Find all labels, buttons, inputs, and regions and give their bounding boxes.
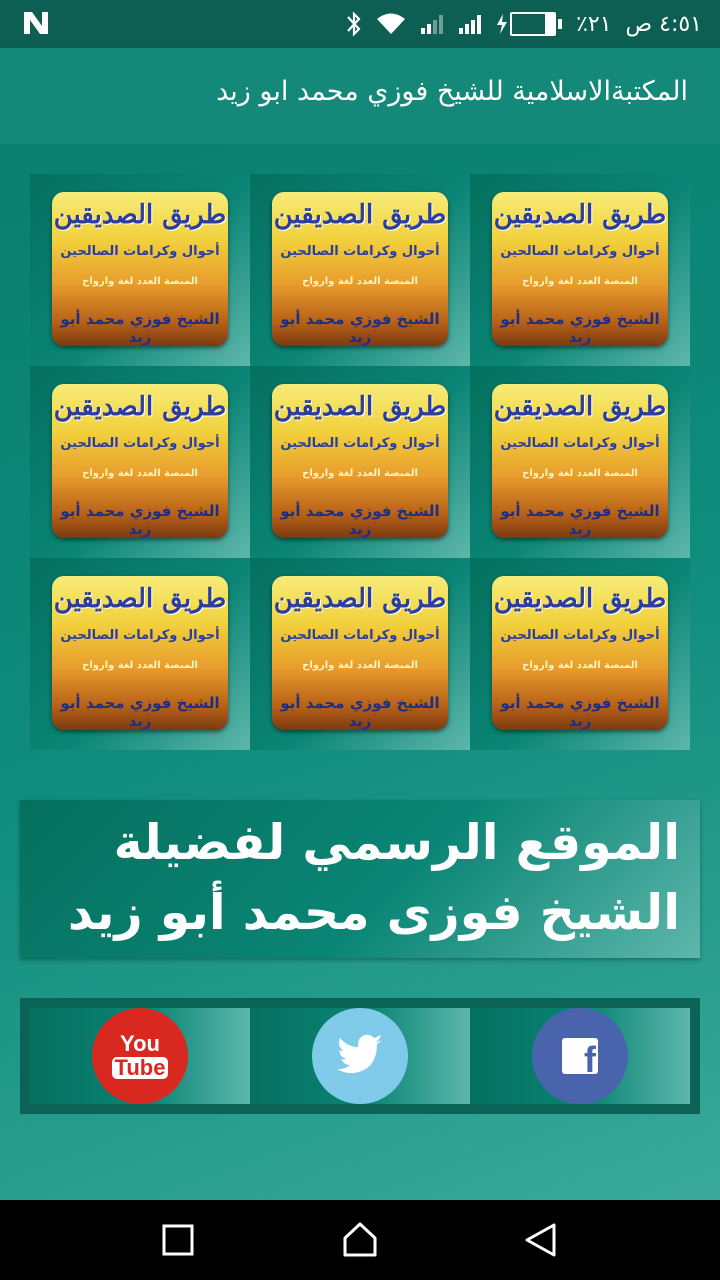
book-subtitle: أحوال وكرامات الصالحين bbox=[60, 436, 220, 451]
signal-icon bbox=[458, 12, 482, 36]
book-subtitle: أحوال وكرامات الصالحين bbox=[60, 628, 220, 643]
book-cell[interactable]: طريق الصديقين أحوال وكرامات الصالحين المنص… bbox=[30, 558, 250, 750]
clock: ٤:٥١ ص bbox=[625, 11, 702, 37]
book-line: المنصة العدد لغة وارواح bbox=[302, 660, 418, 671]
banner-text: الموقع الرسمي لفضيلة الشيخ فوزى محمد أبو… bbox=[67, 814, 680, 941]
status-icons: ٪٢١ ٤:٥١ ص bbox=[346, 8, 702, 40]
book-cover-image[interactable]: طريق الصديقين أحوال وكرامات الصالحين المنص… bbox=[492, 576, 668, 730]
twitter-cell bbox=[250, 1008, 470, 1104]
book-subtitle: أحوال وكرامات الصالحين bbox=[280, 244, 440, 259]
wifi-icon bbox=[376, 12, 406, 36]
facebook-icon: f bbox=[562, 1038, 598, 1074]
book-line: المنصة العدد لغة وارواح bbox=[302, 276, 418, 287]
book-cell[interactable]: طريق الصديقين أحوال وكرامات الصالحين المنص… bbox=[470, 366, 690, 558]
book-title: طريق الصديقين bbox=[273, 392, 447, 422]
book-subtitle: أحوال وكرامات الصالحين bbox=[500, 244, 660, 259]
home-icon[interactable] bbox=[340, 1220, 380, 1260]
book-cell[interactable]: طريق الصديقين أحوال وكرامات الصالحين المنص… bbox=[250, 174, 470, 366]
battery-fill bbox=[545, 14, 555, 34]
n-icon bbox=[22, 10, 50, 43]
book-cover-image[interactable]: طريق الصديقين أحوال وكرامات الصالحين المنص… bbox=[52, 192, 228, 346]
book-author: الشيخ فوزي محمد أبو زيد bbox=[60, 502, 220, 538]
back-icon[interactable] bbox=[520, 1220, 560, 1260]
book-subtitle: أحوال وكرامات الصالحين bbox=[280, 436, 440, 451]
social-bar: You Tube f bbox=[20, 998, 700, 1114]
book-cell[interactable]: طريق الصديقين أحوال وكرامات الصالحين المنص… bbox=[30, 174, 250, 366]
book-author: الشيخ فوزي محمد أبو زيد bbox=[60, 310, 220, 346]
book-title: طريق الصديقين bbox=[493, 200, 667, 230]
book-line: المنصة العدد لغة وارواح bbox=[82, 468, 198, 479]
book-author: الشيخ فوزي محمد أبو زيد bbox=[500, 310, 660, 346]
book-title: طريق الصديقين bbox=[273, 584, 447, 614]
recents-icon[interactable] bbox=[158, 1220, 198, 1260]
status-bar: ٪٢١ ٤:٥١ ص bbox=[0, 0, 720, 48]
book-cell[interactable]: طريق الصديقين أحوال وكرامات الصالحين المنص… bbox=[30, 366, 250, 558]
main-content: طريق الصديقين أحوال وكرامات الصالحين المنص… bbox=[0, 144, 720, 1200]
book-title: طريق الصديقين bbox=[53, 200, 227, 230]
charging-icon bbox=[496, 14, 508, 34]
twitter-icon bbox=[336, 1034, 384, 1078]
youtube-line1: You bbox=[120, 1031, 160, 1056]
book-cell[interactable]: طريق الصديقين أحوال وكرامات الصالحين المنص… bbox=[250, 558, 470, 750]
book-line: المنصة العدد لغة وارواح bbox=[522, 660, 638, 671]
book-author: الشيخ فوزي محمد أبو زيد bbox=[280, 502, 440, 538]
youtube-cell: You Tube bbox=[30, 1008, 250, 1104]
book-title: طريق الصديقين bbox=[493, 584, 667, 614]
signal-weak-icon bbox=[420, 12, 444, 36]
book-subtitle: أحوال وكرامات الصالحين bbox=[500, 628, 660, 643]
book-title: طريق الصديقين bbox=[493, 392, 667, 422]
book-line: المنصة العدد لغة وارواح bbox=[522, 276, 638, 287]
book-author: الشيخ فوزي محمد أبو زيد bbox=[60, 694, 220, 730]
book-cell[interactable]: طريق الصديقين أحوال وكرامات الصالحين المنص… bbox=[470, 558, 690, 750]
book-author: الشيخ فوزي محمد أبو زيد bbox=[500, 502, 660, 538]
youtube-button[interactable]: You Tube bbox=[92, 1008, 188, 1104]
book-subtitle: أحوال وكرامات الصالحين bbox=[280, 628, 440, 643]
book-cell[interactable]: طريق الصديقين أحوال وكرامات الصالحين المنص… bbox=[470, 174, 690, 366]
book-title: طريق الصديقين bbox=[53, 392, 227, 422]
book-line: المنصة العدد لغة وارواح bbox=[82, 660, 198, 671]
book-cell[interactable]: طريق الصديقين أحوال وكرامات الصالحين المنص… bbox=[250, 366, 470, 558]
book-line: المنصة العدد لغة وارواح bbox=[82, 276, 198, 287]
book-grid: طريق الصديقين أحوال وكرامات الصالحين المنص… bbox=[30, 174, 690, 750]
youtube-icon: You Tube bbox=[111, 1031, 169, 1079]
book-line: المنصة العدد لغة وارواح bbox=[302, 468, 418, 479]
book-subtitle: أحوال وكرامات الصالحين bbox=[500, 436, 660, 451]
book-cover-image[interactable]: طريق الصديقين أحوال وكرامات الصالحين المنص… bbox=[52, 576, 228, 730]
book-cover-image[interactable]: طريق الصديقين أحوال وكرامات الصالحين المنص… bbox=[272, 576, 448, 730]
book-author: الشيخ فوزي محمد أبو زيد bbox=[280, 310, 440, 346]
book-author: الشيخ فوزي محمد أبو زيد bbox=[500, 694, 660, 730]
youtube-line2: Tube bbox=[111, 1057, 169, 1079]
book-title: طريق الصديقين bbox=[53, 584, 227, 614]
book-cover-image[interactable]: طريق الصديقين أحوال وكرامات الصالحين المنص… bbox=[492, 192, 668, 346]
facebook-cell: f bbox=[470, 1008, 690, 1104]
bluetooth-icon bbox=[346, 10, 362, 38]
app-bar: المكتبةالاسلامية للشيخ فوزي محمد ابو زيد bbox=[0, 48, 720, 144]
battery-tip bbox=[558, 19, 563, 29]
twitter-button[interactable] bbox=[312, 1008, 408, 1104]
facebook-button[interactable]: f bbox=[532, 1008, 628, 1104]
page-title: المكتبةالاسلامية للشيخ فوزي محمد ابو زيد bbox=[216, 76, 688, 107]
navigation-bar bbox=[0, 1200, 720, 1280]
book-cover-image[interactable]: طريق الصديقين أحوال وكرامات الصالحين المنص… bbox=[492, 384, 668, 538]
official-site-banner[interactable]: الموقع الرسمي لفضيلة الشيخ فوزى محمد أبو… bbox=[20, 800, 700, 958]
book-cover-image[interactable]: طريق الصديقين أحوال وكرامات الصالحين المنص… bbox=[272, 192, 448, 346]
book-line: المنصة العدد لغة وارواح bbox=[522, 468, 638, 479]
book-cover-image[interactable]: طريق الصديقين أحوال وكرامات الصالحين المنص… bbox=[272, 384, 448, 538]
book-title: طريق الصديقين bbox=[273, 200, 447, 230]
book-author: الشيخ فوزي محمد أبو زيد bbox=[280, 694, 440, 730]
battery-percent: ٪٢١ bbox=[576, 11, 612, 37]
book-subtitle: أحوال وكرامات الصالحين bbox=[60, 244, 220, 259]
battery-body bbox=[510, 12, 557, 36]
book-cover-image[interactable]: طريق الصديقين أحوال وكرامات الصالحين المنص… bbox=[52, 384, 228, 538]
battery-icon bbox=[496, 12, 563, 36]
